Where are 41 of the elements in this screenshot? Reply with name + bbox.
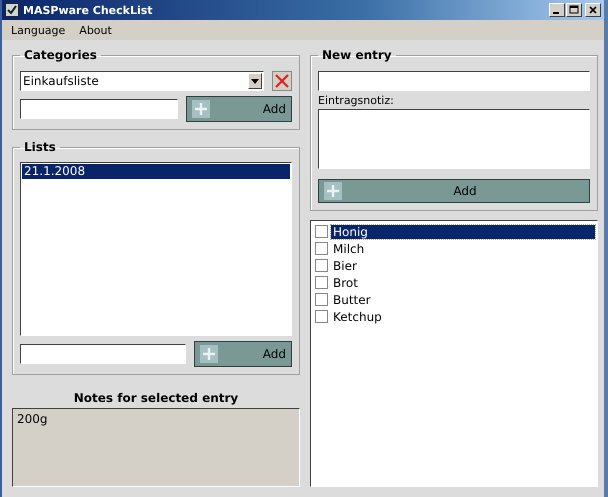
field-label: Eintragsnotiz:: [318, 94, 395, 107]
close-icon: [588, 5, 598, 15]
add-button[interactable]: Add: [318, 179, 590, 203]
minimize-icon: [553, 12, 559, 14]
plus-icon: [194, 102, 208, 116]
group-title: New entry: [321, 48, 393, 62]
delete-icon[interactable]: [272, 71, 292, 91]
list-item[interactable]: 21.1.2008: [22, 164, 290, 179]
notes-title: Notes for selected entry: [72, 391, 240, 405]
checkbox[interactable]: [315, 310, 328, 323]
minimize-button[interactable]: [549, 3, 565, 17]
entry-item[interactable]: Ketchup: [331, 310, 384, 324]
list-input[interactable]: [20, 344, 186, 364]
checkbox[interactable]: [315, 225, 328, 238]
menu-item[interactable]: Language: [4, 24, 72, 36]
entry-item[interactable]: Bier: [331, 258, 359, 272]
checkbox[interactable]: [315, 276, 328, 289]
maximize-icon: [569, 5, 579, 15]
checkbox[interactable]: [315, 242, 328, 255]
group-title: Lists: [23, 140, 57, 154]
notes-text: 200g: [17, 412, 48, 426]
add-button[interactable]: Add: [194, 341, 292, 367]
group-title: Categories: [23, 48, 98, 62]
checkbox[interactable]: [315, 293, 328, 306]
plus-icon: [326, 184, 340, 198]
entry-input[interactable]: [318, 71, 590, 91]
checkbox-icon: [5, 3, 19, 17]
close-button[interactable]: [585, 3, 601, 17]
category-input[interactable]: [20, 99, 178, 119]
category-dropdown[interactable]: Einkaufsliste: [20, 71, 264, 91]
note-input[interactable]: [318, 109, 590, 169]
maximize-button[interactable]: [566, 3, 582, 17]
menu-item[interactable]: About: [72, 24, 119, 36]
checkbox[interactable]: [315, 259, 328, 272]
entry-item[interactable]: Brot: [331, 276, 360, 290]
add-button[interactable]: Add: [186, 96, 292, 122]
plus-icon: [202, 347, 216, 361]
window-title: MASPware CheckList: [23, 4, 154, 16]
entry-item[interactable]: Milch: [331, 242, 366, 256]
entry-item[interactable]: Honig: [331, 224, 595, 238]
entry-item[interactable]: Butter: [331, 292, 373, 306]
